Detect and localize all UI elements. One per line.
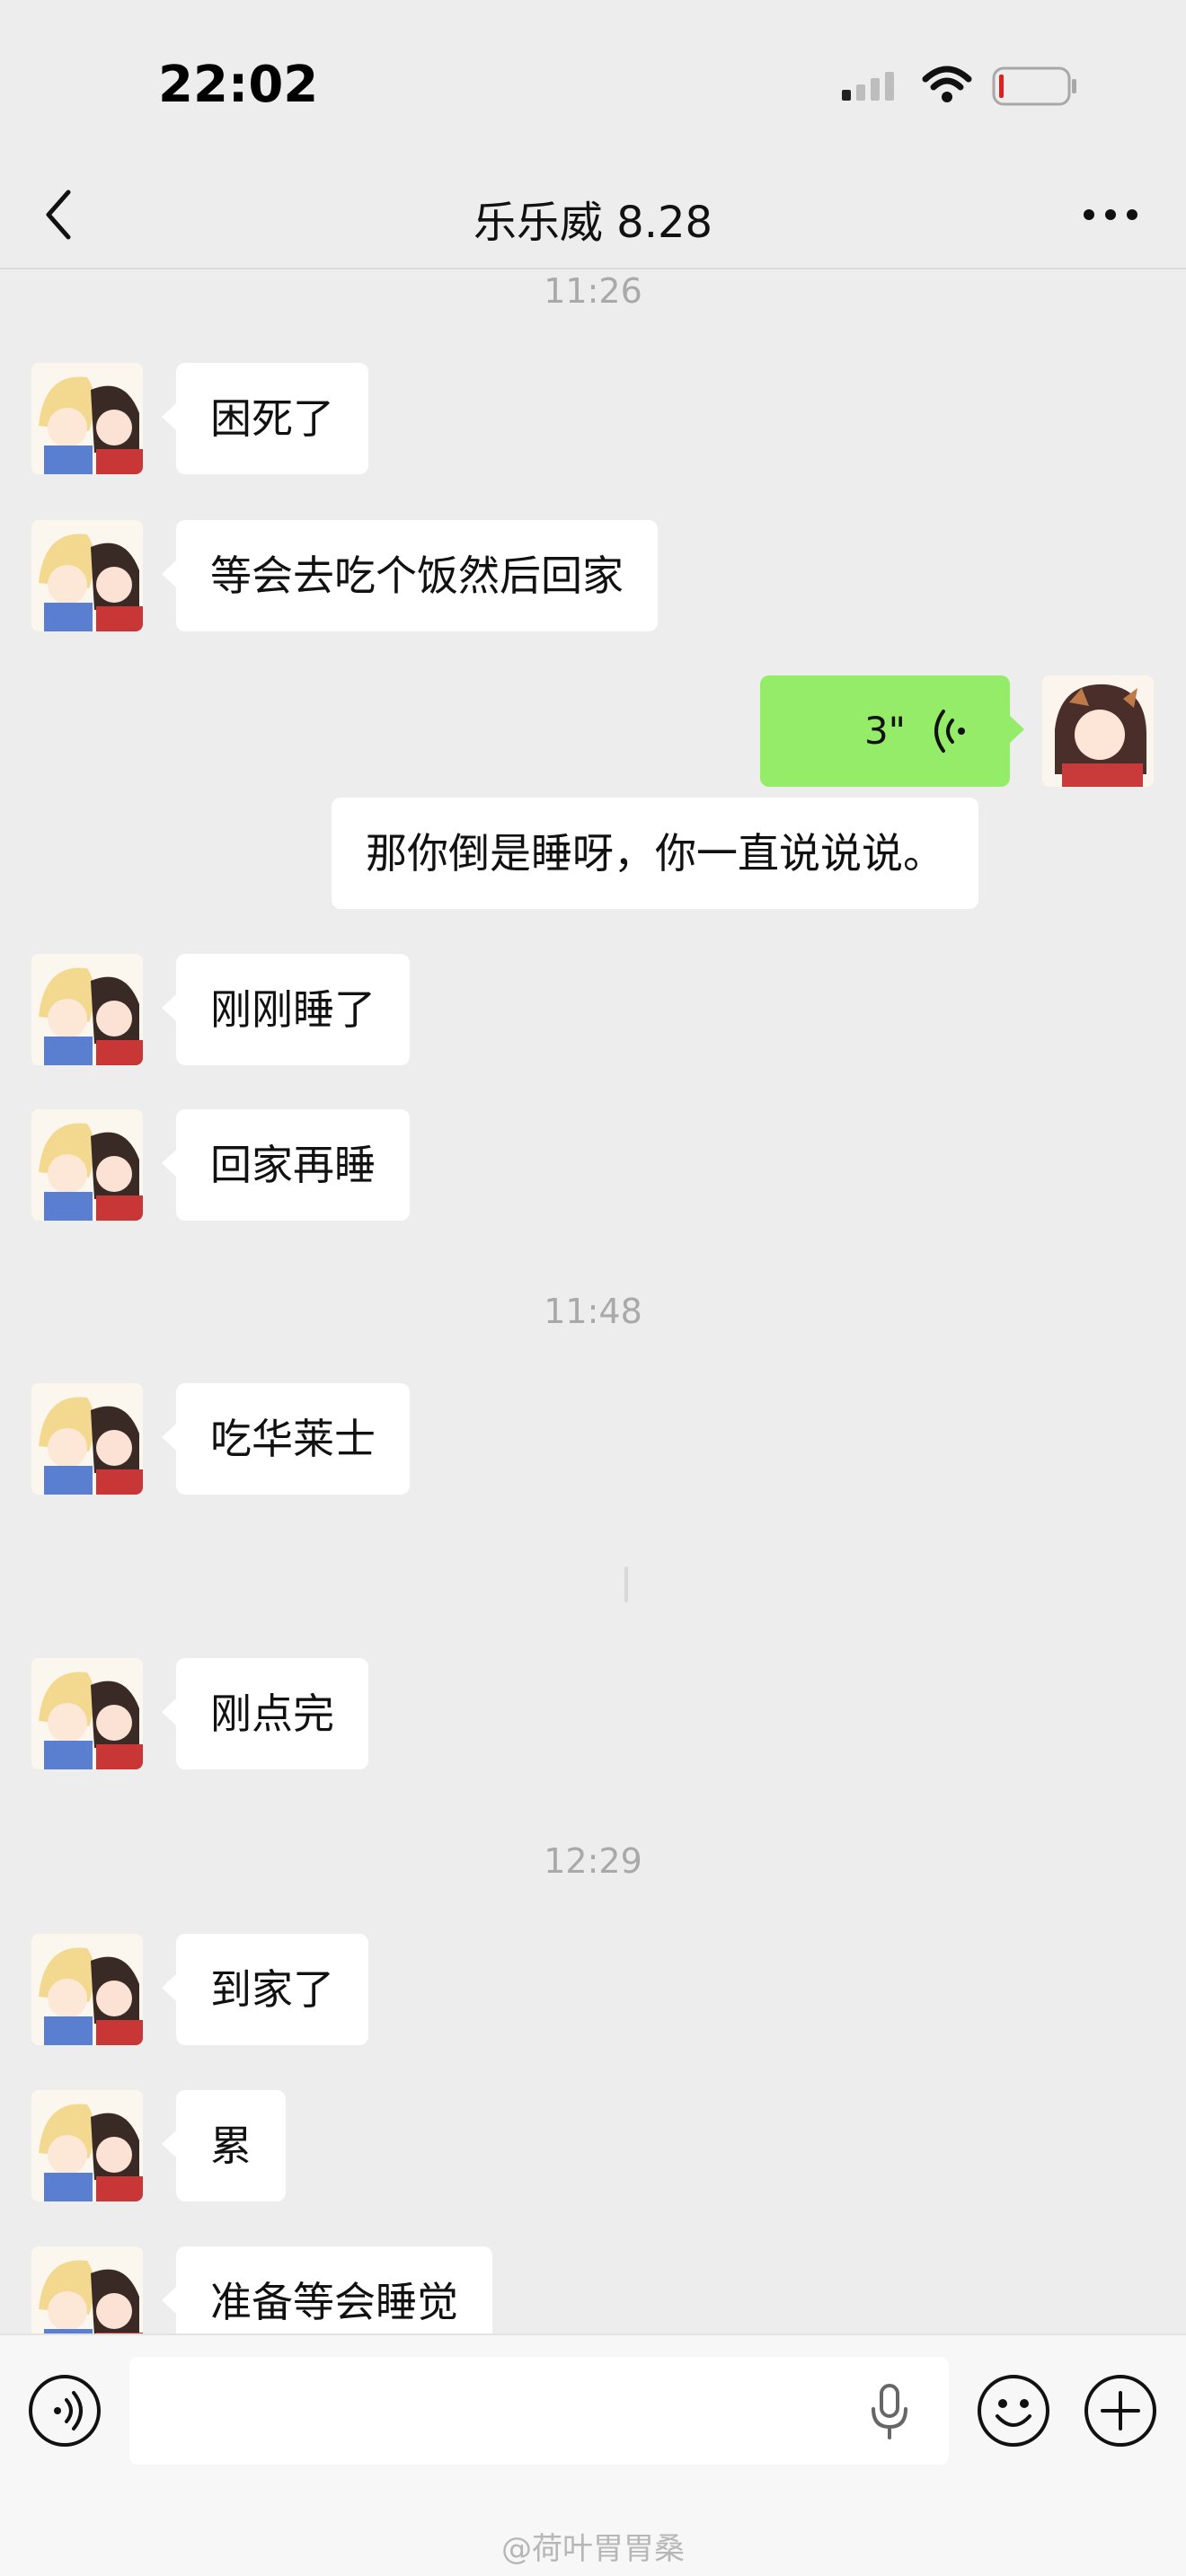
contact-avatar[interactable] — [31, 1383, 143, 1495]
chat-area[interactable]: 11:26 困死了 等会去吃个饭然后回家 3" 那你倒是睡呀，你一直说说说。 刚… — [0, 271, 1186, 2333]
timestamp: 11:48 — [544, 1292, 642, 1331]
status-time: 22:02 — [158, 56, 319, 114]
contact-avatar[interactable] — [31, 1109, 143, 1221]
contact-avatar[interactable] — [31, 363, 143, 474]
emoji-button[interactable] — [976, 2373, 1051, 2448]
timestamp: 12:29 — [544, 1841, 642, 1881]
message-bubble[interactable]: 困死了 — [162, 363, 368, 474]
battery-icon — [992, 66, 1076, 106]
microphone-icon[interactable] — [852, 2373, 927, 2448]
message-bubble[interactable]: 刚点完 — [162, 1658, 368, 1769]
contact-avatar[interactable] — [31, 2090, 143, 2201]
divider — [624, 1566, 628, 1602]
cellular-signal-icon — [842, 72, 894, 101]
message-bubble[interactable]: 到家了 — [162, 1934, 368, 2045]
plus-button[interactable] — [1083, 2373, 1158, 2448]
more-options-button[interactable] — [1075, 183, 1146, 246]
my-avatar[interactable] — [1042, 675, 1154, 787]
message-bubble[interactable]: 吃华莱士 — [162, 1383, 410, 1495]
message-bubble[interactable]: 准备等会睡觉 — [162, 2246, 492, 2333]
voice-message-bubble[interactable]: 3" — [760, 675, 1024, 787]
input-bar: @荷叶胃胃桑 — [0, 2333, 1186, 2576]
chat-header: 乐乐威 8.28 — [0, 162, 1186, 269]
contact-avatar[interactable] — [31, 520, 143, 631]
message-bubble[interactable]: 累 — [162, 2090, 286, 2201]
contact-avatar[interactable] — [31, 2246, 143, 2333]
voice-mode-button[interactable] — [27, 2373, 102, 2448]
contact-avatar[interactable] — [31, 954, 143, 1065]
voice-duration: 3" — [863, 709, 906, 753]
contact-avatar[interactable] — [31, 1658, 143, 1769]
wifi-icon — [922, 66, 972, 102]
message-bubble[interactable]: 刚刚睡了 — [162, 954, 410, 1065]
message-bubble[interactable]: 等会去吃个饭然后回家 — [162, 520, 658, 631]
chat-title: 乐乐威 8.28 — [473, 198, 713, 248]
message-input[interactable] — [129, 2357, 949, 2465]
voice-wave-icon — [934, 710, 965, 753]
message-bubble[interactable]: 那你倒是睡呀，你一直说说说。 — [332, 798, 978, 909]
message-bubble[interactable]: 回家再睡 — [162, 1109, 410, 1221]
watermark: @荷叶胃胃桑 — [501, 2531, 685, 2567]
status-bar: 22:02 — [0, 0, 1186, 162]
timestamp: 11:26 — [544, 271, 642, 311]
contact-avatar[interactable] — [31, 1934, 143, 2045]
